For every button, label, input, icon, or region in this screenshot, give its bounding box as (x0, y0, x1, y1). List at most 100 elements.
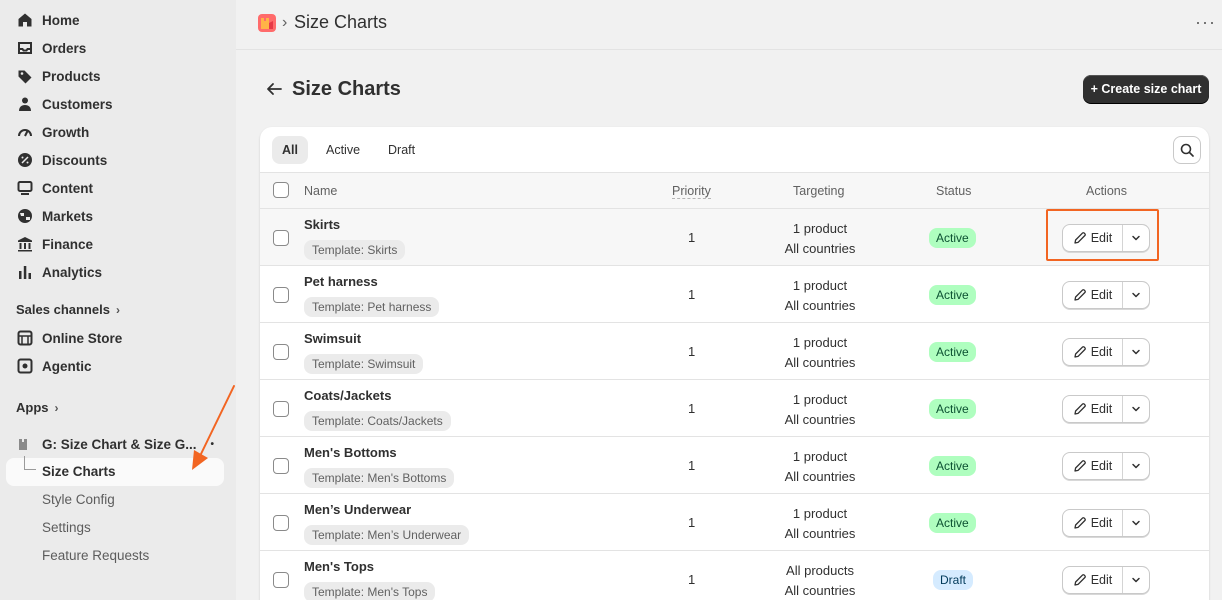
tab-all[interactable]: All (272, 136, 308, 164)
select-all-checkbox[interactable] (273, 182, 289, 198)
row-targeting: 1 product All countries (740, 447, 900, 487)
top-bar: › Size Charts ··· (236, 0, 1222, 50)
edit-button[interactable]: Edit (1063, 339, 1123, 365)
row-checkbox[interactable] (273, 515, 289, 531)
row-name[interactable]: Skirts (304, 217, 340, 232)
sidebar-item-products[interactable]: Products (16, 65, 101, 87)
row-name[interactable]: Men’s Underwear (304, 502, 411, 517)
column-header-name[interactable]: Name (304, 184, 337, 198)
row-checkbox[interactable] (273, 572, 289, 588)
table-row[interactable]: Swimsuit Template: Swimsuit 1 1 product … (260, 323, 1209, 380)
content-icon (16, 179, 34, 197)
app-logo-icon (16, 435, 34, 453)
back-arrow-icon[interactable] (264, 79, 284, 99)
sidebar-item-growth[interactable]: Growth (16, 121, 89, 143)
edit-button[interactable]: Edit (1063, 510, 1123, 536)
sidebar-subitem-style-config[interactable]: Style Config (42, 492, 115, 507)
edit-button[interactable]: Edit (1063, 453, 1123, 479)
globe-icon (16, 207, 34, 225)
sales-channels-heading[interactable]: Sales channels › (16, 302, 120, 317)
row-checkbox[interactable] (273, 230, 289, 246)
row-name[interactable]: Swimsuit (304, 331, 361, 346)
row-actions: Edit (1062, 395, 1150, 423)
row-checkbox[interactable] (273, 401, 289, 417)
template-tag: Template: Men's Tops (304, 582, 436, 600)
person-icon (16, 95, 34, 113)
template-tag: Template: Coats/Jackets (304, 411, 451, 431)
sidebar-item-discounts[interactable]: Discounts (16, 149, 107, 171)
row-name[interactable]: Pet harness (304, 274, 378, 289)
actions-dropdown-button[interactable] (1123, 396, 1149, 422)
edit-button[interactable]: Edit (1063, 396, 1123, 422)
edit-button[interactable]: Edit (1063, 282, 1123, 308)
bar-chart-icon (16, 263, 34, 281)
table-row[interactable]: Men's Tops Template: Men's Tops 1 All pr… (260, 551, 1209, 600)
tab-active[interactable]: Active (316, 136, 370, 164)
table-header: Name Priority Targeting Status Actions (260, 172, 1209, 209)
sidebar-item-agentic[interactable]: Agentic (16, 355, 92, 377)
chevron-down-icon (1132, 292, 1140, 298)
search-icon (1180, 143, 1194, 157)
status-badge: Active (929, 285, 976, 305)
tab-draft[interactable]: Draft (378, 136, 425, 164)
sidebar-item-orders[interactable]: Orders (16, 37, 86, 59)
sidebar-item-content[interactable]: Content (16, 177, 93, 199)
pencil-icon (1074, 289, 1086, 301)
status-badge: Active (929, 399, 976, 419)
row-name[interactable]: Men's Bottoms (304, 445, 397, 460)
row-name[interactable]: Men's Tops (304, 559, 374, 574)
create-size-chart-button[interactable]: + Create size chart (1083, 75, 1209, 103)
row-priority: 1 (688, 230, 696, 245)
targeting-countries: All countries (784, 469, 856, 484)
sidebar-item-online-store[interactable]: Online Store (16, 327, 122, 349)
row-checkbox[interactable] (273, 344, 289, 360)
sidebar-item-markets[interactable]: Markets (16, 205, 93, 227)
sidebar-item-label: Discounts (42, 152, 108, 168)
pencil-icon (1074, 460, 1086, 472)
edit-button[interactable]: Edit (1063, 567, 1123, 593)
targeting-products: 1 product (792, 335, 848, 350)
page-title: Size Charts (292, 78, 401, 100)
column-header-priority[interactable]: Priority (672, 184, 711, 199)
row-actions: Edit (1062, 452, 1150, 480)
targeting-products: All products (786, 563, 854, 578)
table-row[interactable]: Pet harness Template: Pet harness 1 1 pr… (260, 266, 1209, 323)
sidebar-item-label: Customers (42, 96, 113, 112)
chevron-down-icon (1132, 406, 1140, 412)
bank-icon (16, 235, 34, 253)
targeting-countries: All countries (784, 298, 856, 313)
sidebar-subitem-size-charts[interactable]: Size Charts (42, 464, 116, 479)
table-row[interactable]: Men’s Underwear Template: Men’s Underwea… (260, 494, 1209, 551)
sidebar-item-customers[interactable]: Customers (16, 93, 113, 115)
table-row[interactable]: Coats/Jackets Template: Coats/Jackets 1 … (260, 380, 1209, 437)
sidebar-item-analytics[interactable]: Analytics (16, 261, 102, 283)
sidebar-subitem-settings[interactable]: Settings (42, 520, 91, 535)
row-checkbox[interactable] (273, 458, 289, 474)
chevron-down-icon (1132, 520, 1140, 526)
targeting-products: 1 product (792, 221, 848, 236)
sidebar-item-finance[interactable]: Finance (16, 233, 93, 255)
sidebar-subitem-feature-requests[interactable]: Feature Requests (42, 548, 149, 563)
actions-dropdown-button[interactable] (1123, 339, 1149, 365)
actions-dropdown-button[interactable] (1123, 510, 1149, 536)
search-button[interactable] (1173, 136, 1201, 164)
breadcrumb-separator-icon: › (282, 14, 288, 31)
sidebar-item-home[interactable]: Home (16, 9, 80, 31)
row-actions: Edit (1062, 281, 1150, 309)
more-actions-icon[interactable]: ··· (1195, 12, 1216, 33)
row-priority: 1 (688, 572, 696, 587)
sidebar-item-label: Growth (42, 124, 90, 140)
table-row[interactable]: Men's Bottoms Template: Men's Bottoms 1 … (260, 437, 1209, 494)
row-targeting: All products All countries (740, 561, 900, 600)
actions-dropdown-button[interactable] (1123, 567, 1149, 593)
row-targeting: 1 product All countries (740, 276, 900, 316)
edit-label: Edit (1090, 288, 1113, 302)
sidebar-item-label: Online Store (42, 330, 123, 346)
pencil-icon (1074, 403, 1086, 415)
row-name[interactable]: Coats/Jackets (304, 388, 391, 403)
actions-dropdown-button[interactable] (1123, 282, 1149, 308)
apps-heading[interactable]: Apps › (16, 400, 59, 415)
row-checkbox[interactable] (273, 287, 289, 303)
actions-dropdown-button[interactable] (1123, 453, 1149, 479)
sidebar-item-label: Markets (42, 208, 94, 224)
